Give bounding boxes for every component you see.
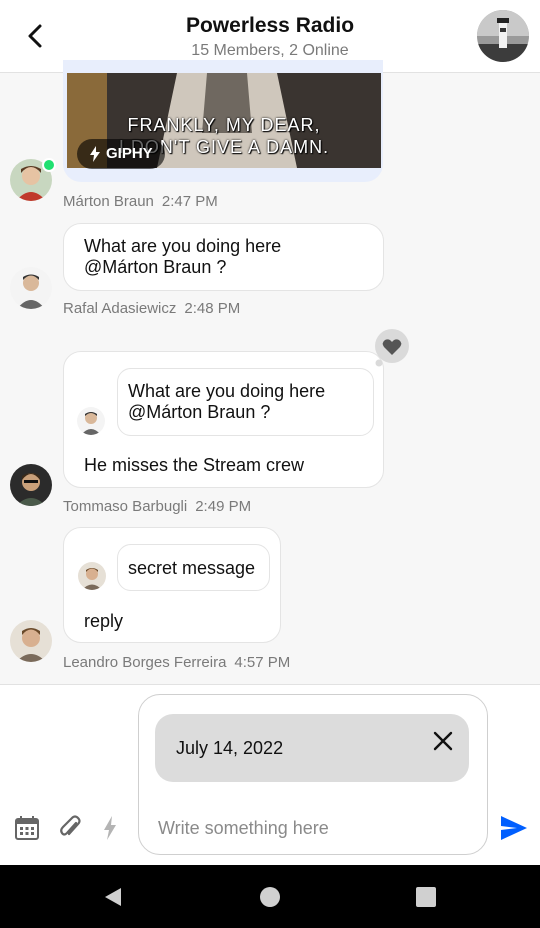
avatar[interactable]	[10, 620, 52, 662]
quoted-text-line1: What are you doing here	[128, 381, 326, 401]
channel-avatar[interactable]	[477, 10, 529, 62]
online-indicator	[42, 158, 56, 172]
channel-title: Powerless Radio	[185, 14, 355, 37]
author-name: Leandro Borges Ferreira	[63, 654, 227, 671]
avatar[interactable]	[10, 464, 52, 506]
reaction-bubble[interactable]	[373, 329, 411, 367]
quoted-text: secret message	[128, 558, 256, 578]
giphy-badge-label: GIPHY	[106, 145, 153, 162]
quoted-author-avatar	[78, 562, 106, 590]
message-text: He misses the Stream crew	[84, 455, 305, 475]
message-time: 2:47 PM	[161, 193, 218, 210]
nav-recents-icon[interactable]	[415, 886, 437, 908]
quoted-author-avatar	[77, 407, 105, 435]
close-icon[interactable]	[431, 729, 455, 753]
message-text-line2: @Márton Braun ?	[84, 257, 227, 277]
message-meta: Márton Braun 2:47 PM	[63, 193, 218, 210]
avatar[interactable]	[10, 267, 52, 309]
message-text-line1: What are you doing here	[84, 236, 282, 256]
author-name: Rafal Adasiewicz	[63, 300, 177, 317]
message-time: 4:57 PM	[234, 654, 291, 671]
channel-member-count: 15 Members, 2 Online	[191, 42, 349, 59]
author-name: Márton Braun	[63, 193, 154, 210]
giphy-badge: GIPHY	[77, 139, 165, 169]
message-meta: Tommaso Barbugli 2:49 PM	[63, 498, 251, 515]
attachment-chip-label: July 14, 2022	[176, 738, 284, 758]
author-name: Tommaso Barbugli	[63, 498, 188, 515]
quoted-text-line2: @Márton Braun ?	[128, 402, 271, 422]
send-icon[interactable]	[499, 814, 529, 842]
message-input-placeholder[interactable]: Write something here	[158, 818, 329, 839]
calendar-icon[interactable]	[14, 815, 40, 841]
message-text: reply	[84, 611, 124, 631]
nav-back-icon[interactable]	[102, 886, 124, 908]
message-meta: Rafal Adasiewicz 2:48 PM	[63, 300, 240, 317]
message-time: 2:48 PM	[184, 300, 241, 317]
lightning-icon[interactable]	[102, 815, 118, 841]
giphy-caption-line1: FRANKLY, MY DEAR,	[127, 115, 321, 135]
message-time: 2:49 PM	[195, 498, 252, 515]
paperclip-icon[interactable]	[57, 814, 83, 842]
lightning-icon	[89, 146, 101, 166]
message-meta: Leandro Borges Ferreira 4:57 PM	[63, 654, 290, 671]
system-navigation-bar	[0, 865, 540, 928]
nav-home-icon[interactable]	[259, 886, 281, 908]
